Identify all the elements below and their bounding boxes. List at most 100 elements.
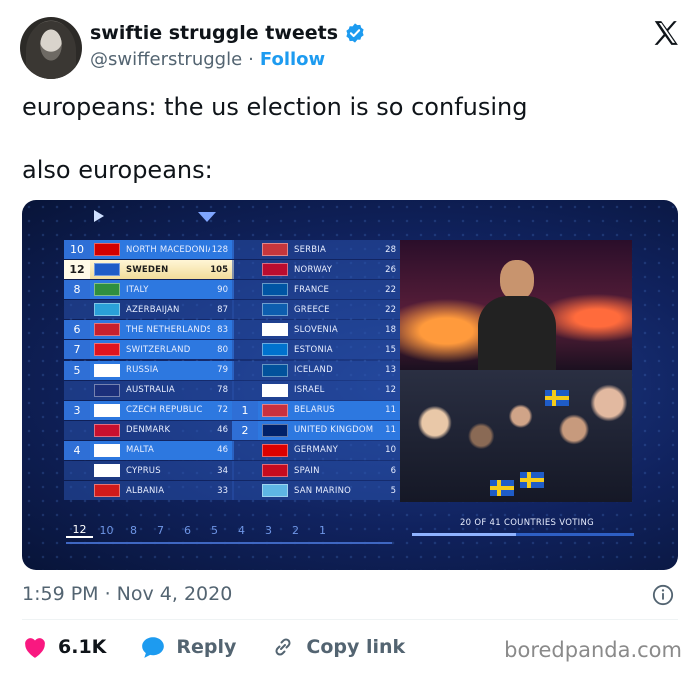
country-flag-icon — [262, 484, 288, 498]
scoreboard-left-column: 10 NORTH MACEDONIA 128 12 SWEDEN 105 8 ITALY 90 A… — [64, 240, 234, 501]
handle-row: @swifferstruggle · Follow — [90, 49, 325, 70]
audience — [400, 370, 632, 502]
points-awarded — [232, 340, 258, 359]
points-scale-value: 1 — [319, 523, 326, 537]
country-flag-icon — [94, 343, 120, 357]
like-button[interactable]: 6.1K — [22, 635, 106, 659]
watermark: boredpanda.com — [504, 638, 682, 662]
avatar[interactable] — [20, 17, 82, 79]
country-flag-icon — [94, 283, 120, 297]
country-name: SWEDEN — [126, 264, 169, 275]
country-name: MALTA — [126, 445, 155, 456]
scoreboard-row: CYPRUS 34 — [64, 461, 234, 481]
voting-progress-bar — [412, 533, 634, 536]
country-name: ITALY — [126, 284, 149, 295]
broadcast-video-frame — [400, 240, 632, 502]
country-score: 11 — [385, 425, 396, 436]
handle[interactable]: @swifferstruggle — [90, 49, 242, 70]
country-name: NORWAY — [294, 264, 333, 275]
country-score: 33 — [217, 485, 228, 496]
scoreboard-row: 2 UNITED KINGDOM 11 — [232, 420, 402, 440]
points-scale-value: 2 — [292, 523, 299, 537]
country-score: 105 — [210, 264, 228, 275]
country-score: 79 — [217, 365, 228, 376]
tweet-media-image[interactable]: 10 NORTH MACEDONIA 128 12 SWEDEN 105 8 ITALY 90 A… — [22, 200, 678, 570]
country-score: 10 — [385, 445, 396, 456]
points-awarded — [232, 441, 258, 460]
country-name: THE NETHERLANDS — [126, 324, 210, 335]
country-flag-icon — [262, 363, 288, 377]
info-icon[interactable] — [652, 584, 674, 606]
points-awarded — [232, 381, 258, 400]
country-flag-icon — [262, 243, 288, 256]
scoreboard-row: 5 RUSSIA 79 — [64, 360, 234, 380]
country-flag-icon — [94, 323, 120, 337]
scoreboard-row: FRANCE 22 — [232, 280, 402, 300]
scoreboard-right-column: SERBIA 28 NORWAY 26 FRANCE 22 GREECE 22 SLOVENIA… — [232, 240, 402, 501]
country-flag-icon — [94, 363, 120, 377]
country-flag-icon — [262, 383, 288, 397]
points-awarded — [232, 461, 258, 480]
copy-link-label: Copy link — [306, 636, 406, 658]
scoreboard-row: 10 NORTH MACEDONIA 128 — [64, 240, 234, 259]
country-flag-icon — [262, 343, 288, 357]
scoreboard-row: ALBANIA 33 — [64, 481, 234, 501]
scoreboard-row: AZERBAIJAN 87 — [64, 300, 234, 320]
sweden-flag-icon — [520, 472, 544, 488]
display-name[interactable]: swiftie struggle tweets — [90, 22, 338, 44]
country-score: 28 — [385, 244, 396, 255]
points-awarded: 5 — [64, 360, 90, 380]
points-scale: 12 10 8 7 6 5 4 3 2 1 — [66, 520, 392, 544]
scoreboard-row: AUSTRALIA 78 — [64, 380, 234, 400]
country-flag-icon — [94, 443, 120, 457]
tweet-actions: 6.1K Reply Copy link — [22, 633, 439, 661]
play-arrow-icon — [94, 210, 104, 222]
triangle-down-icon — [198, 212, 216, 222]
divider — [22, 619, 678, 620]
country-score: 78 — [217, 385, 228, 396]
points-awarded: 6 — [64, 320, 90, 340]
tweet-timestamp[interactable]: 1:59 PM · Nov 4, 2020 — [22, 583, 232, 605]
country-name: AZERBAIJAN — [126, 304, 180, 315]
country-name: SPAIN — [294, 465, 320, 476]
points-awarded: 10 — [64, 240, 90, 259]
country-flag-icon — [262, 323, 288, 337]
country-score: 34 — [217, 465, 228, 476]
points-awarded — [232, 300, 258, 319]
points-awarded — [232, 361, 258, 380]
copy-link-button[interactable]: Copy link — [270, 635, 405, 659]
separator: · — [248, 49, 254, 70]
country-score: 22 — [385, 284, 396, 295]
heart-icon — [25, 638, 45, 658]
country-name: SWITZERLAND — [126, 344, 191, 355]
country-score: 11 — [385, 405, 396, 416]
tweet-text-line-2: also europeans: — [22, 156, 213, 184]
country-name: ESTONIA — [294, 344, 333, 355]
points-scale-value: 4 — [238, 523, 245, 537]
scoreboard-row: DENMARK 46 — [64, 420, 234, 440]
scoreboard-row: SPAIN 6 — [232, 461, 402, 481]
points-awarded — [232, 481, 258, 500]
reply-label: Reply — [176, 636, 237, 658]
x-logo-icon[interactable] — [651, 18, 681, 48]
sweden-flag-icon — [545, 390, 569, 406]
country-score: 18 — [385, 324, 396, 335]
points-awarded — [64, 461, 90, 480]
country-name: ALBANIA — [126, 485, 165, 496]
performer — [478, 260, 556, 370]
country-flag-icon — [262, 464, 288, 478]
link-icon — [275, 638, 291, 656]
country-flag-icon — [262, 403, 288, 417]
country-score: 26 — [385, 264, 396, 275]
country-score: 13 — [385, 365, 396, 376]
follow-button[interactable]: Follow — [260, 49, 325, 70]
scoreboard-row: ICELAND 13 — [232, 360, 402, 380]
country-flag-icon — [94, 243, 120, 256]
country-name: SERBIA — [294, 244, 327, 255]
country-flag-icon — [94, 403, 120, 417]
reply-bubble-icon — [142, 637, 165, 658]
points-scale-value: 12 — [66, 523, 93, 538]
country-name: GREECE — [294, 304, 330, 315]
scoreboard-row: 4 MALTA 46 — [64, 440, 234, 460]
reply-button[interactable]: Reply — [140, 635, 236, 659]
